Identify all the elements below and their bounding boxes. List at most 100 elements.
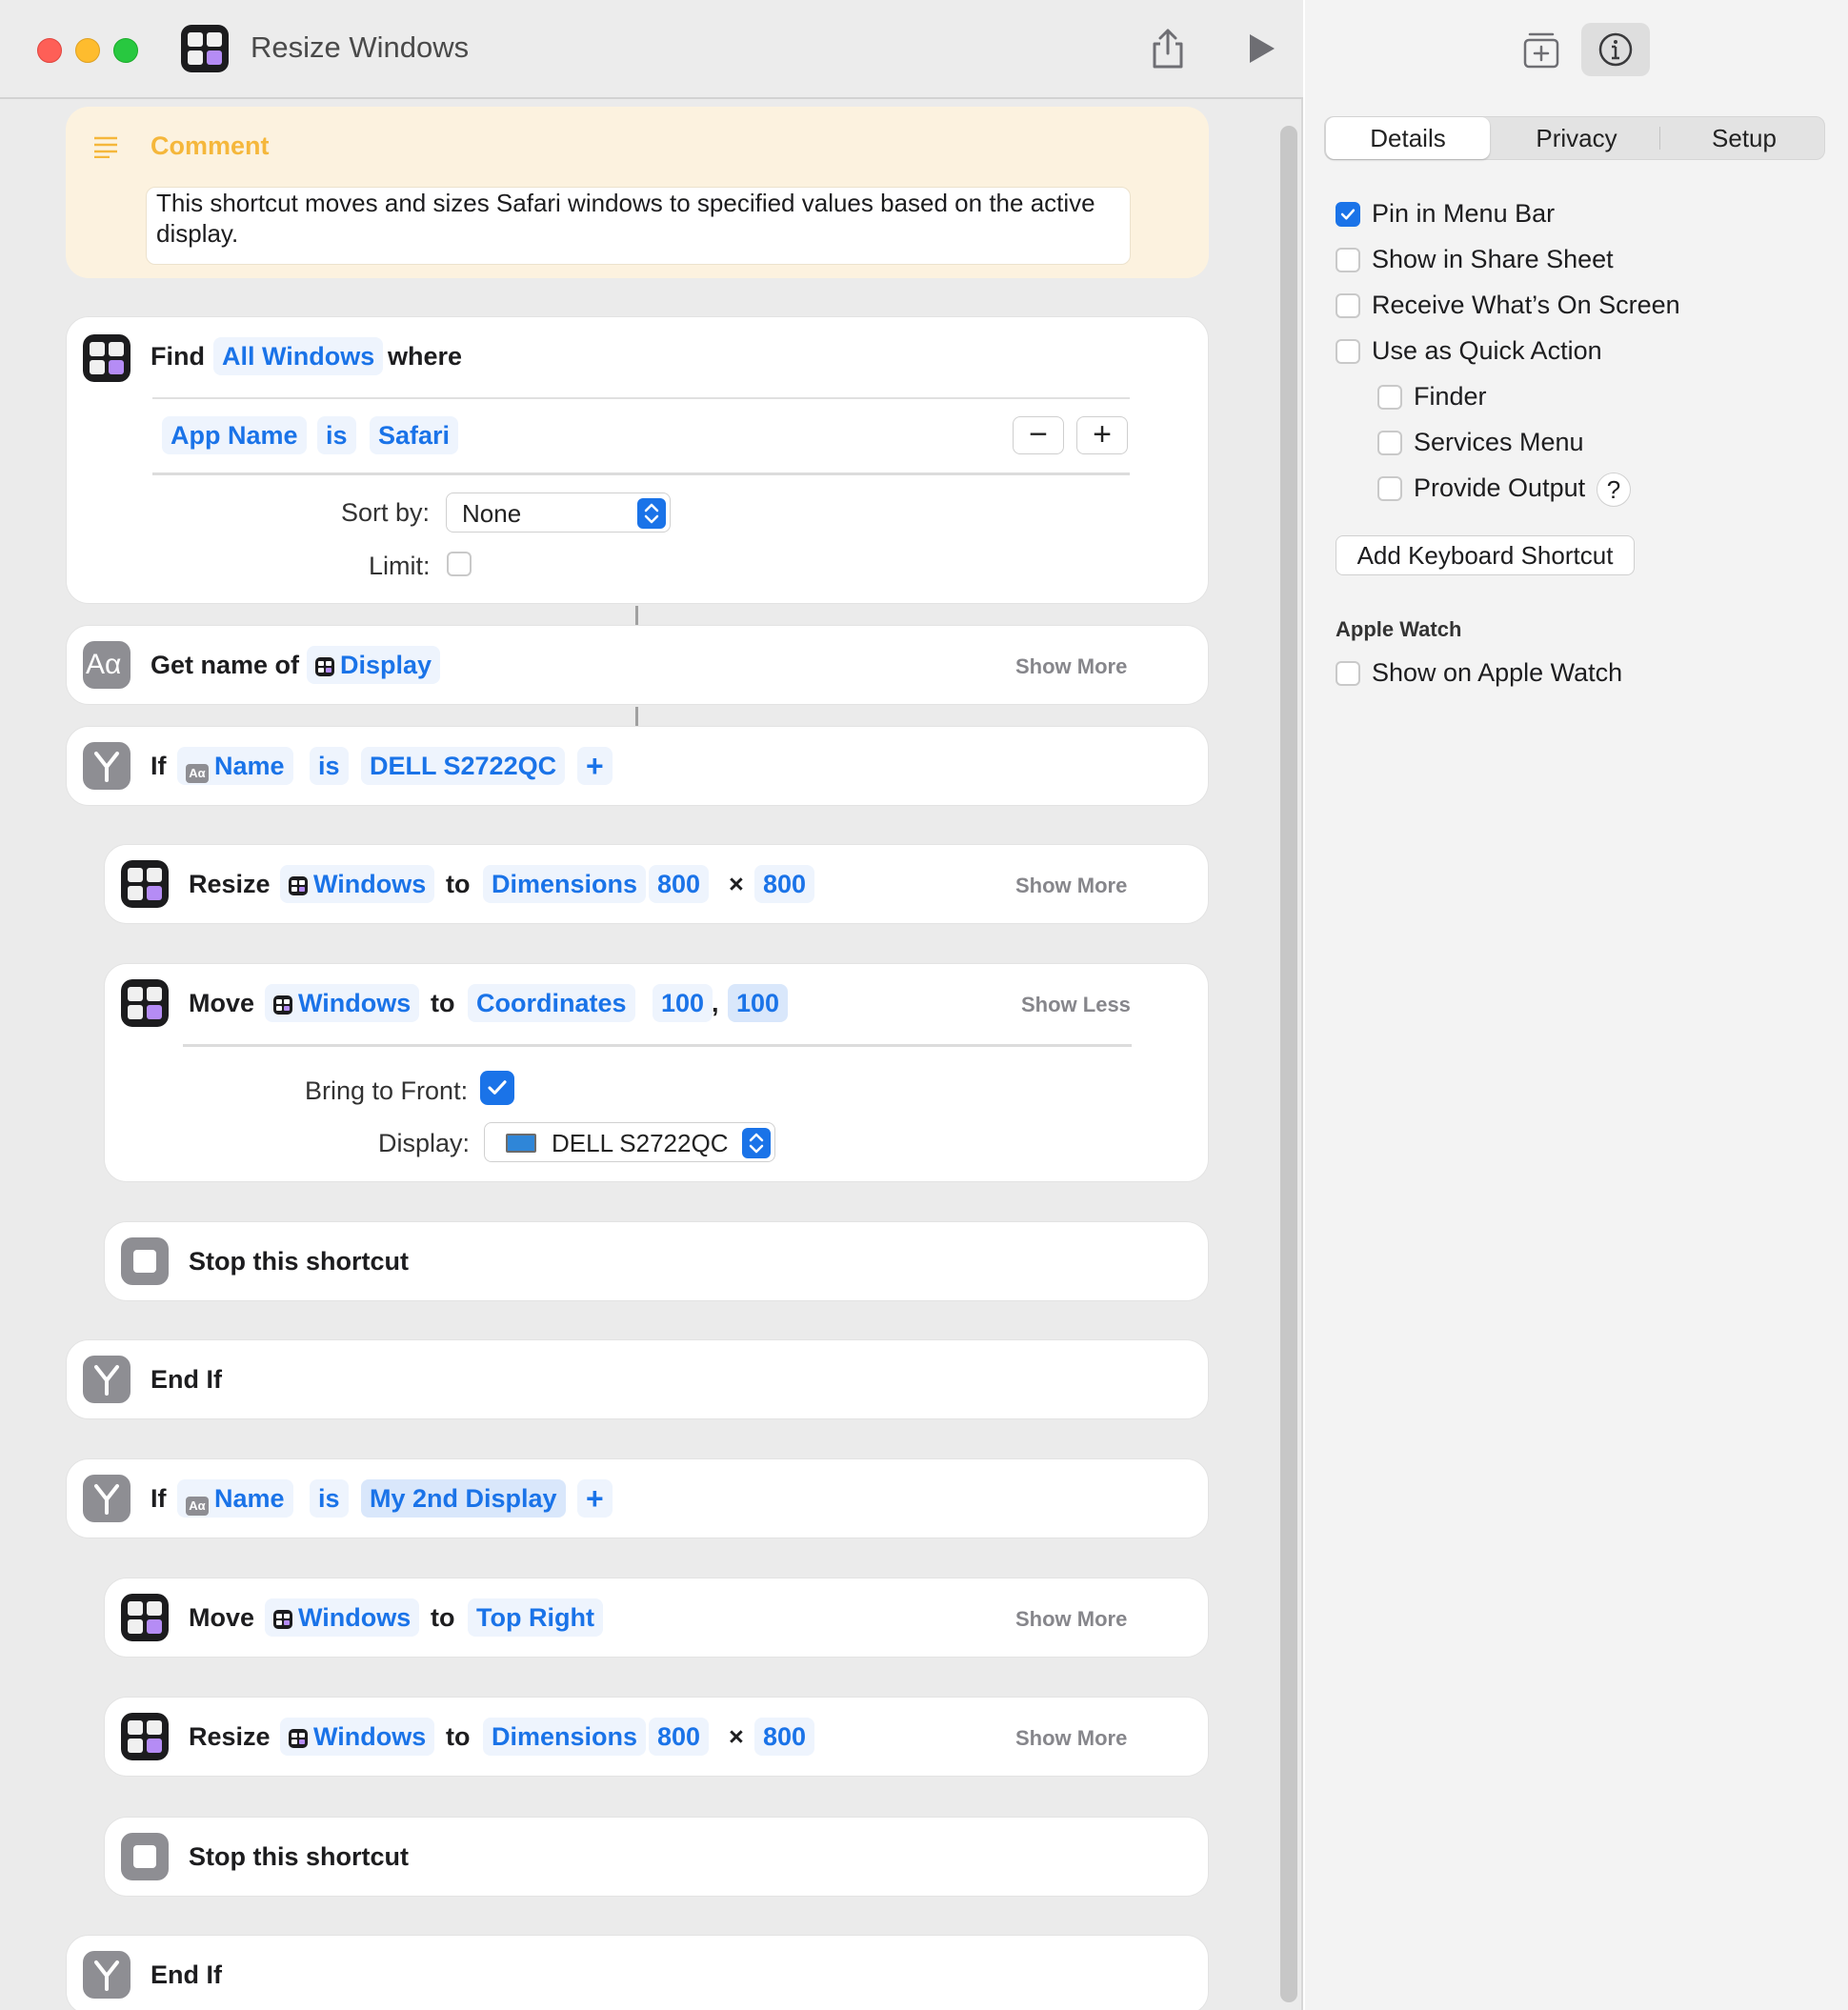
- windows-token[interactable]: Windows: [280, 865, 435, 903]
- windows-token[interactable]: Windows: [265, 1598, 420, 1637]
- use-as-quick-action-checkbox[interactable]: [1336, 339, 1360, 364]
- bring-to-front-checkbox[interactable]: [480, 1071, 514, 1105]
- get-name-action[interactable]: Aα Get name of Display Show More: [66, 625, 1209, 705]
- pin-in-menu-bar-label: Pin in Menu Bar: [1372, 199, 1556, 228]
- condition-value-token[interactable]: My 2nd Display: [361, 1479, 566, 1518]
- dimensions-token[interactable]: Dimensions: [483, 1718, 647, 1756]
- tab-setup[interactable]: Setup: [1662, 117, 1826, 159]
- name-variable-token[interactable]: Aα Name: [177, 747, 293, 785]
- branch-icon: [83, 1356, 131, 1403]
- stop-shortcut-action[interactable]: Stop this shortcut: [104, 1221, 1209, 1301]
- provide-output-checkbox[interactable]: [1377, 476, 1402, 501]
- services-menu-label: Services Menu: [1414, 428, 1584, 456]
- popup-chevron-icon: [637, 498, 666, 529]
- comment-action[interactable]: Comment This shortcut moves and sizes Sa…: [66, 107, 1209, 278]
- name-variable-label: Name: [214, 1484, 285, 1513]
- window-manager-icon: [273, 1610, 292, 1629]
- position-token[interactable]: Top Right: [468, 1598, 603, 1637]
- vertical-scrollbar[interactable]: [1280, 126, 1297, 2002]
- limit-checkbox[interactable]: [447, 552, 472, 576]
- windows-token[interactable]: Windows: [265, 984, 420, 1022]
- if-label: If: [151, 1484, 167, 1513]
- window-manager-icon: [289, 876, 308, 895]
- condition-value-token[interactable]: DELL S2722QC: [361, 747, 566, 785]
- resize-windows-action[interactable]: Resize Windows to Dimensions 800 × 800 S…: [104, 844, 1209, 924]
- finder-checkbox[interactable]: [1377, 385, 1402, 410]
- height-token[interactable]: 800: [754, 1718, 815, 1756]
- filter-value-token[interactable]: Safari: [370, 416, 459, 454]
- filter-operator-token[interactable]: is: [317, 416, 356, 454]
- show-in-share-sheet-checkbox[interactable]: [1336, 248, 1360, 272]
- stop-shortcut-action[interactable]: Stop this shortcut: [104, 1817, 1209, 1897]
- filter-field-token[interactable]: App Name: [162, 416, 307, 454]
- services-menu-checkbox[interactable]: [1377, 431, 1402, 455]
- show-more-button[interactable]: Show More: [1015, 874, 1127, 898]
- get-name-label: Get name of: [151, 651, 300, 679]
- show-on-apple-watch-checkbox[interactable]: [1336, 661, 1360, 686]
- add-to-library-icon[interactable]: [1520, 29, 1562, 70]
- add-filter-button[interactable]: +: [1076, 416, 1128, 454]
- window-manager-icon: [83, 334, 131, 382]
- tab-divider: [1659, 127, 1660, 150]
- show-more-button[interactable]: Show More: [1015, 1726, 1127, 1751]
- times-label: ×: [729, 870, 744, 898]
- pin-in-menu-bar-checkbox[interactable]: [1336, 202, 1360, 227]
- display-token-label: Display: [340, 651, 432, 679]
- if-action[interactable]: If Aα Name is My 2nd Display +: [66, 1458, 1209, 1538]
- window-manager-icon: [121, 1713, 169, 1760]
- dimensions-token[interactable]: Dimensions: [483, 865, 647, 903]
- move-label: Move: [189, 989, 255, 1017]
- width-token[interactable]: 800: [649, 1718, 710, 1756]
- text-aa-icon: Aα: [186, 764, 209, 783]
- window-manager-icon: [289, 1729, 308, 1748]
- width-token[interactable]: 800: [649, 865, 710, 903]
- text-aa-icon: Aα: [83, 641, 131, 689]
- x-coordinate-token[interactable]: 100: [653, 984, 713, 1022]
- remove-filter-button[interactable]: −: [1013, 416, 1064, 454]
- share-icon[interactable]: [1149, 27, 1187, 70]
- minimize-window-button[interactable]: [75, 38, 100, 63]
- run-play-icon[interactable]: [1244, 30, 1278, 67]
- show-less-button[interactable]: Show Less: [1021, 993, 1131, 1017]
- condition-operator-token[interactable]: is: [310, 747, 349, 785]
- y-coordinate-token[interactable]: 100: [728, 984, 789, 1022]
- move-windows-action[interactable]: Move Windows to Top Right Show More: [104, 1578, 1209, 1658]
- resize-label: Resize: [189, 870, 271, 898]
- display-token[interactable]: Display: [307, 646, 441, 684]
- end-if-action[interactable]: End If: [66, 1935, 1209, 2010]
- tab-details[interactable]: Details: [1326, 117, 1490, 159]
- sort-by-popup[interactable]: None: [446, 492, 671, 533]
- add-condition-button[interactable]: +: [577, 747, 613, 785]
- move-windows-action[interactable]: Move Windows to Coordinates 100 , 100 Sh…: [104, 963, 1209, 1182]
- comment-text-field[interactable]: This shortcut moves and sizes Safari win…: [146, 187, 1131, 265]
- name-variable-token[interactable]: Aα Name: [177, 1479, 293, 1518]
- to-label: to: [431, 1603, 455, 1632]
- if-action[interactable]: If Aα Name is DELL S2722QC +: [66, 726, 1209, 806]
- end-if-label: End If: [151, 1960, 222, 1989]
- condition-operator-token[interactable]: is: [310, 1479, 349, 1518]
- info-button[interactable]: [1581, 23, 1650, 76]
- show-more-button[interactable]: Show More: [1015, 1607, 1127, 1632]
- receive-whats-on-screen-checkbox[interactable]: [1336, 293, 1360, 318]
- height-token[interactable]: 800: [754, 865, 815, 903]
- end-if-action[interactable]: End If: [66, 1339, 1209, 1419]
- stop-label: Stop this shortcut: [189, 1842, 409, 1871]
- add-condition-button[interactable]: +: [577, 1479, 613, 1518]
- move-label: Move: [189, 1603, 255, 1632]
- coordinates-token[interactable]: Coordinates: [468, 984, 635, 1022]
- limit-label: Limit:: [369, 552, 431, 580]
- monitor-icon: [506, 1134, 536, 1153]
- stop-icon: [121, 1237, 169, 1285]
- find-target-token[interactable]: All Windows: [213, 337, 384, 375]
- windows-token[interactable]: Windows: [280, 1718, 435, 1756]
- help-button[interactable]: ?: [1597, 472, 1631, 507]
- resize-windows-action[interactable]: Resize Windows to Dimensions 800 × 800 S…: [104, 1697, 1209, 1777]
- find-windows-action[interactable]: Find All Windows where App Name is Safar…: [66, 316, 1209, 604]
- add-keyboard-shortcut-button[interactable]: Add Keyboard Shortcut: [1336, 535, 1635, 575]
- show-more-button[interactable]: Show More: [1015, 654, 1127, 679]
- tab-privacy[interactable]: Privacy: [1495, 117, 1658, 159]
- close-window-button[interactable]: [37, 38, 62, 63]
- zoom-window-button[interactable]: [113, 38, 138, 63]
- display-popup[interactable]: DELL S2722QC: [484, 1122, 775, 1162]
- flow-connector: [635, 606, 638, 625]
